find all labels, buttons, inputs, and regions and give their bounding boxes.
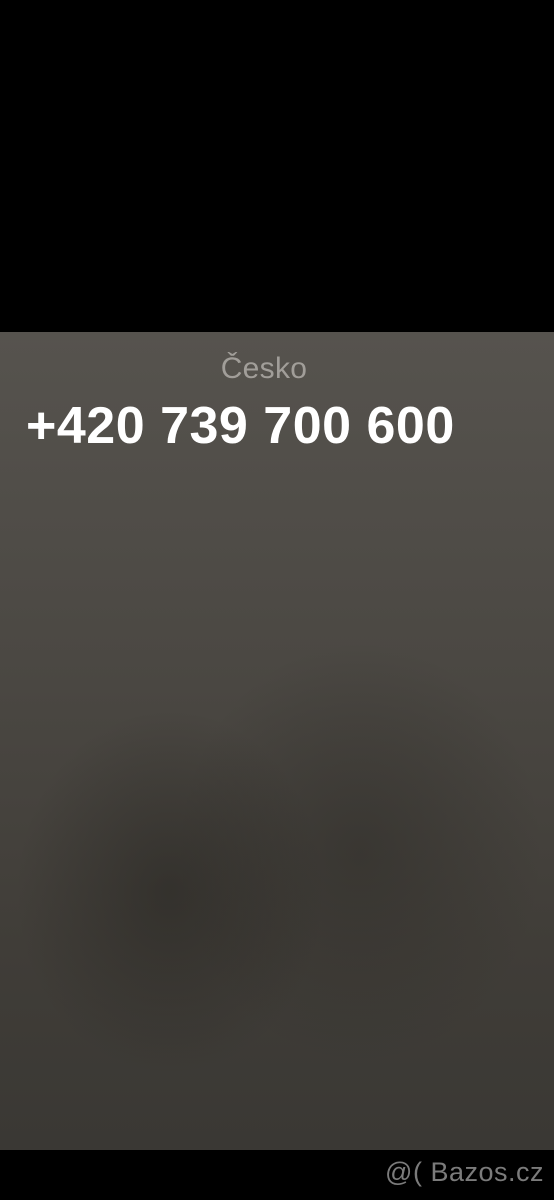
top-black-area	[0, 0, 554, 332]
call-screen: Česko +420 739 700 600	[0, 332, 554, 1150]
country-label: Česko	[220, 352, 308, 385]
bottom-black-area: @( Bazos.cz	[0, 1150, 554, 1200]
watermark: @( Bazos.cz	[385, 1157, 544, 1187]
phone-number: +420 739 700 600	[26, 397, 455, 455]
